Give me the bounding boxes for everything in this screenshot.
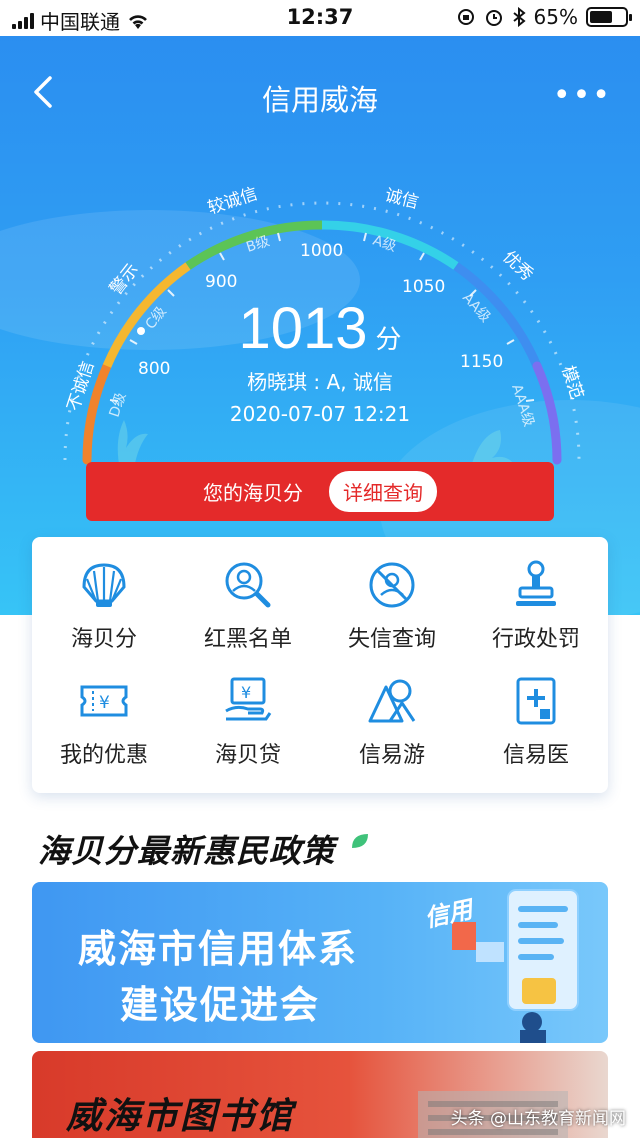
more-icon[interactable]: •••	[553, 78, 612, 113]
service-label: 海贝贷	[214, 743, 281, 768]
tick-label: 1050	[402, 277, 445, 297]
credit-score: 1013 分	[0, 295, 640, 362]
service-redblack-list[interactable]: 红黑名单	[176, 551, 320, 667]
svg-text:¥: ¥	[241, 683, 251, 702]
person-forbidden-icon	[369, 562, 415, 608]
service-label: 信易医	[502, 743, 569, 768]
service-haibei-loan[interactable]: ¥ 海贝贷	[176, 667, 320, 783]
person-grade: 杨晓琪 : A, 诚信	[247, 370, 393, 394]
shell-icon	[82, 563, 126, 607]
service-xinyi-travel[interactable]: 信易游	[320, 667, 464, 783]
service-label: 我的优惠	[59, 743, 148, 768]
tick-label: 1000	[300, 241, 343, 261]
service-label: 红黑名单	[203, 627, 292, 652]
loan-icon: ¥	[225, 677, 272, 721]
grade-label: 诚信	[383, 185, 421, 213]
nav-bar: 信用威海 •••	[0, 60, 640, 130]
grade-label: 较诚信	[205, 184, 260, 219]
grade-label: 警示	[106, 260, 143, 299]
status-right: 65%	[456, 5, 632, 29]
banner-line-1: 威海市信用体系	[78, 927, 359, 971]
bluetooth-icon	[512, 7, 526, 27]
rotation-lock-icon	[457, 9, 474, 25]
battery-icon	[586, 7, 632, 27]
leaf-icon	[352, 834, 368, 848]
battery-percent: 65%	[533, 5, 578, 29]
promo-banner-credit-association[interactable]: 威海市信用体系 建设促进会 信用	[32, 882, 608, 1043]
service-label: 海贝分	[70, 627, 137, 652]
banner-line-2: 建设促进会	[120, 983, 321, 1027]
service-grid-card: 海贝分 红黑名单 失信查询 行政处罚 ¥ 我的优惠 ¥ 海贝贷 信易游 信易医	[32, 537, 608, 793]
person-search-icon	[225, 562, 271, 608]
service-label: 信易游	[358, 743, 425, 768]
alarm-icon	[485, 10, 502, 26]
status-bar: 中国联通 12:37 65%	[0, 0, 640, 36]
service-dishonest-query[interactable]: 失信查询	[320, 551, 464, 667]
score-datetime: 2020-07-07 12:21	[229, 402, 411, 426]
grade-label: 优秀	[499, 247, 537, 285]
score-value: 1013	[238, 296, 368, 361]
stamp-icon	[516, 560, 556, 606]
score-banner-label: 您的海贝分	[203, 481, 303, 505]
coupon-icon: ¥	[80, 685, 128, 717]
service-haibeifen[interactable]: 海贝分	[32, 551, 176, 667]
service-my-discount[interactable]: ¥ 我的优惠	[32, 667, 176, 783]
page-title: 信用威海	[261, 83, 378, 117]
battery-fill	[590, 11, 613, 23]
banner-calligraphy: 威海市图书馆	[66, 1095, 295, 1137]
detail-query-button[interactable]: 详细查询	[329, 471, 437, 512]
svg-text:¥: ¥	[99, 693, 110, 713]
service-label: 失信查询	[347, 627, 436, 652]
service-label: 行政处罚	[491, 627, 580, 652]
service-admin-penalty[interactable]: 行政处罚	[464, 551, 608, 667]
watermark: 头条 @山东教育新闻网	[450, 1109, 626, 1129]
score-banner: 您的海贝分 详细查询	[86, 462, 554, 521]
mountain-icon	[368, 679, 416, 723]
medical-icon	[516, 677, 556, 725]
service-xinyi-medical[interactable]: 信易医	[464, 667, 608, 783]
score-unit: 分	[375, 325, 402, 355]
tick-label: 900	[205, 272, 237, 292]
section-title: 海贝分最新惠民政策	[38, 832, 336, 870]
